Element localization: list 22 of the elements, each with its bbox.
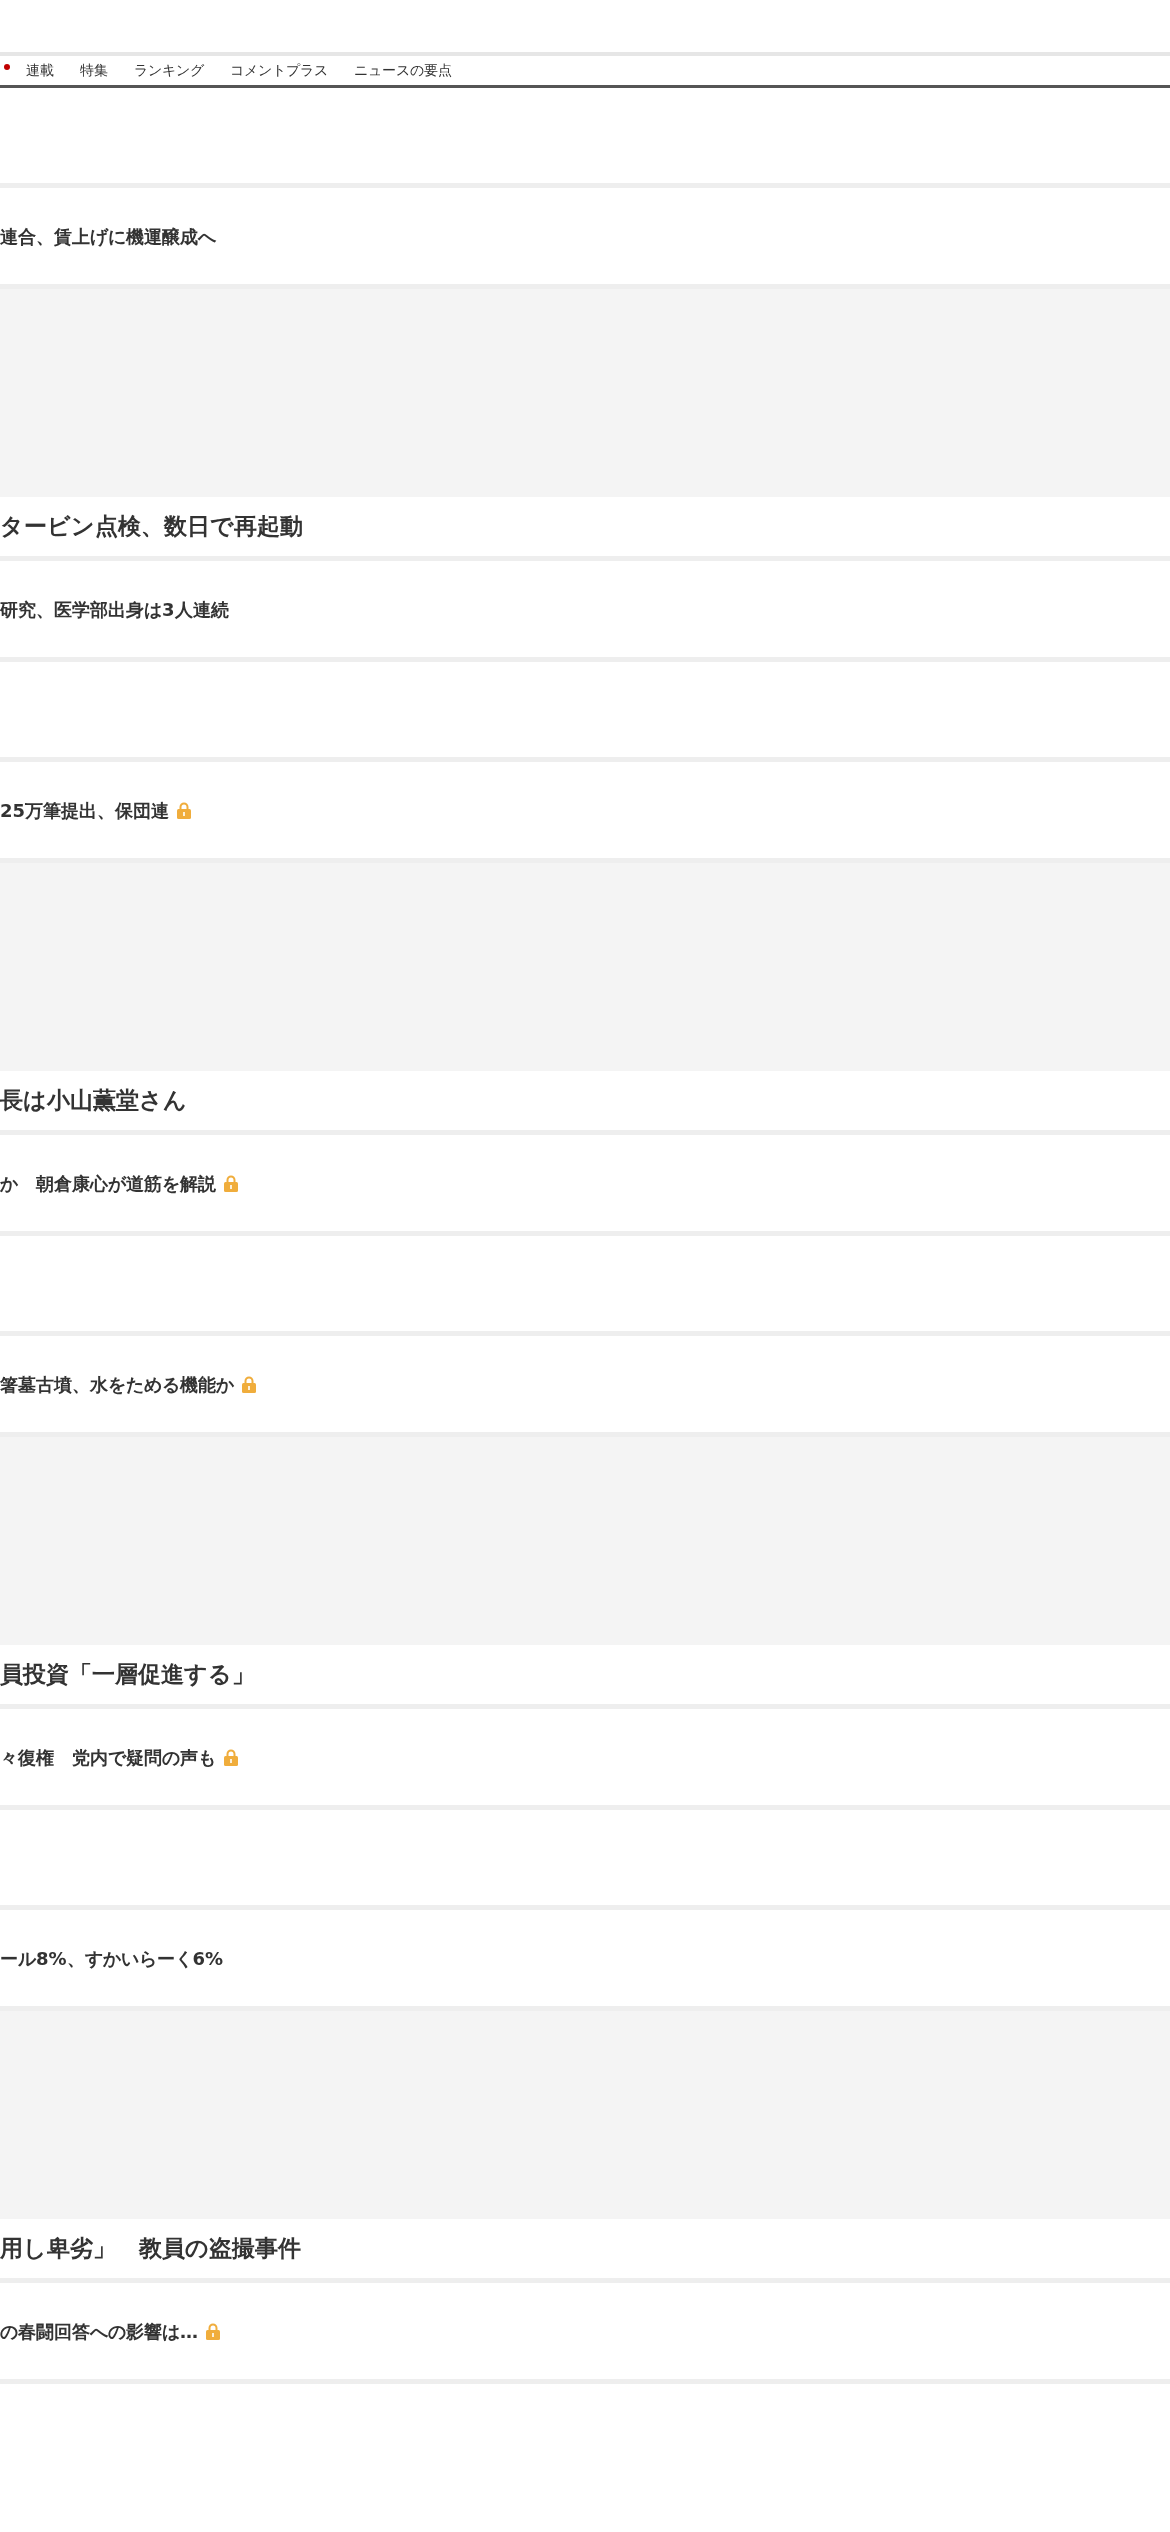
headline-link[interactable]: か 朝倉康心が道筋を解説 (0, 1169, 216, 1197)
headline-link[interactable]: 長は小山薫堂さん (0, 1083, 187, 1118)
lock-icon (224, 1174, 238, 1192)
headline-link[interactable]: 研究、医学部出身は3人連続 (0, 595, 229, 623)
headline-link[interactable]: 連合、賃上げに機運醸成へ (0, 222, 216, 250)
lock-icon (206, 2322, 220, 2340)
headline-link[interactable]: の春闘回答への影響は… (0, 2317, 198, 2345)
lock-icon (224, 1748, 238, 1766)
headline-link[interactable]: 25万筆提出、保団連 (0, 796, 170, 824)
headline-link[interactable]: 箸墓古墳、水をためる機能か (0, 1370, 234, 1398)
headline-link[interactable]: 用し卑劣」 教員の盗撮事件 (0, 2231, 301, 2266)
headline-link[interactable]: ール8%、すかいらーく6% (0, 1944, 224, 1972)
nav-link[interactable]: コメントプラス (230, 60, 328, 81)
headline-link[interactable]: 々復権 党内で疑問の声も (0, 1743, 216, 1771)
lock-icon (177, 801, 192, 819)
headline-link[interactable]: タービン点検、数日で再起動 (0, 509, 303, 544)
lock-icon (242, 1375, 256, 1393)
headline-link[interactable]: 員投資「一層促進する」 (0, 1657, 255, 1692)
nav-link[interactable]: ニュースの要点 (354, 60, 452, 81)
nav-link[interactable]: 連載 (26, 60, 54, 81)
nav-link[interactable]: ランキング (134, 60, 204, 81)
nav-link[interactable]: 特集 (80, 60, 108, 81)
